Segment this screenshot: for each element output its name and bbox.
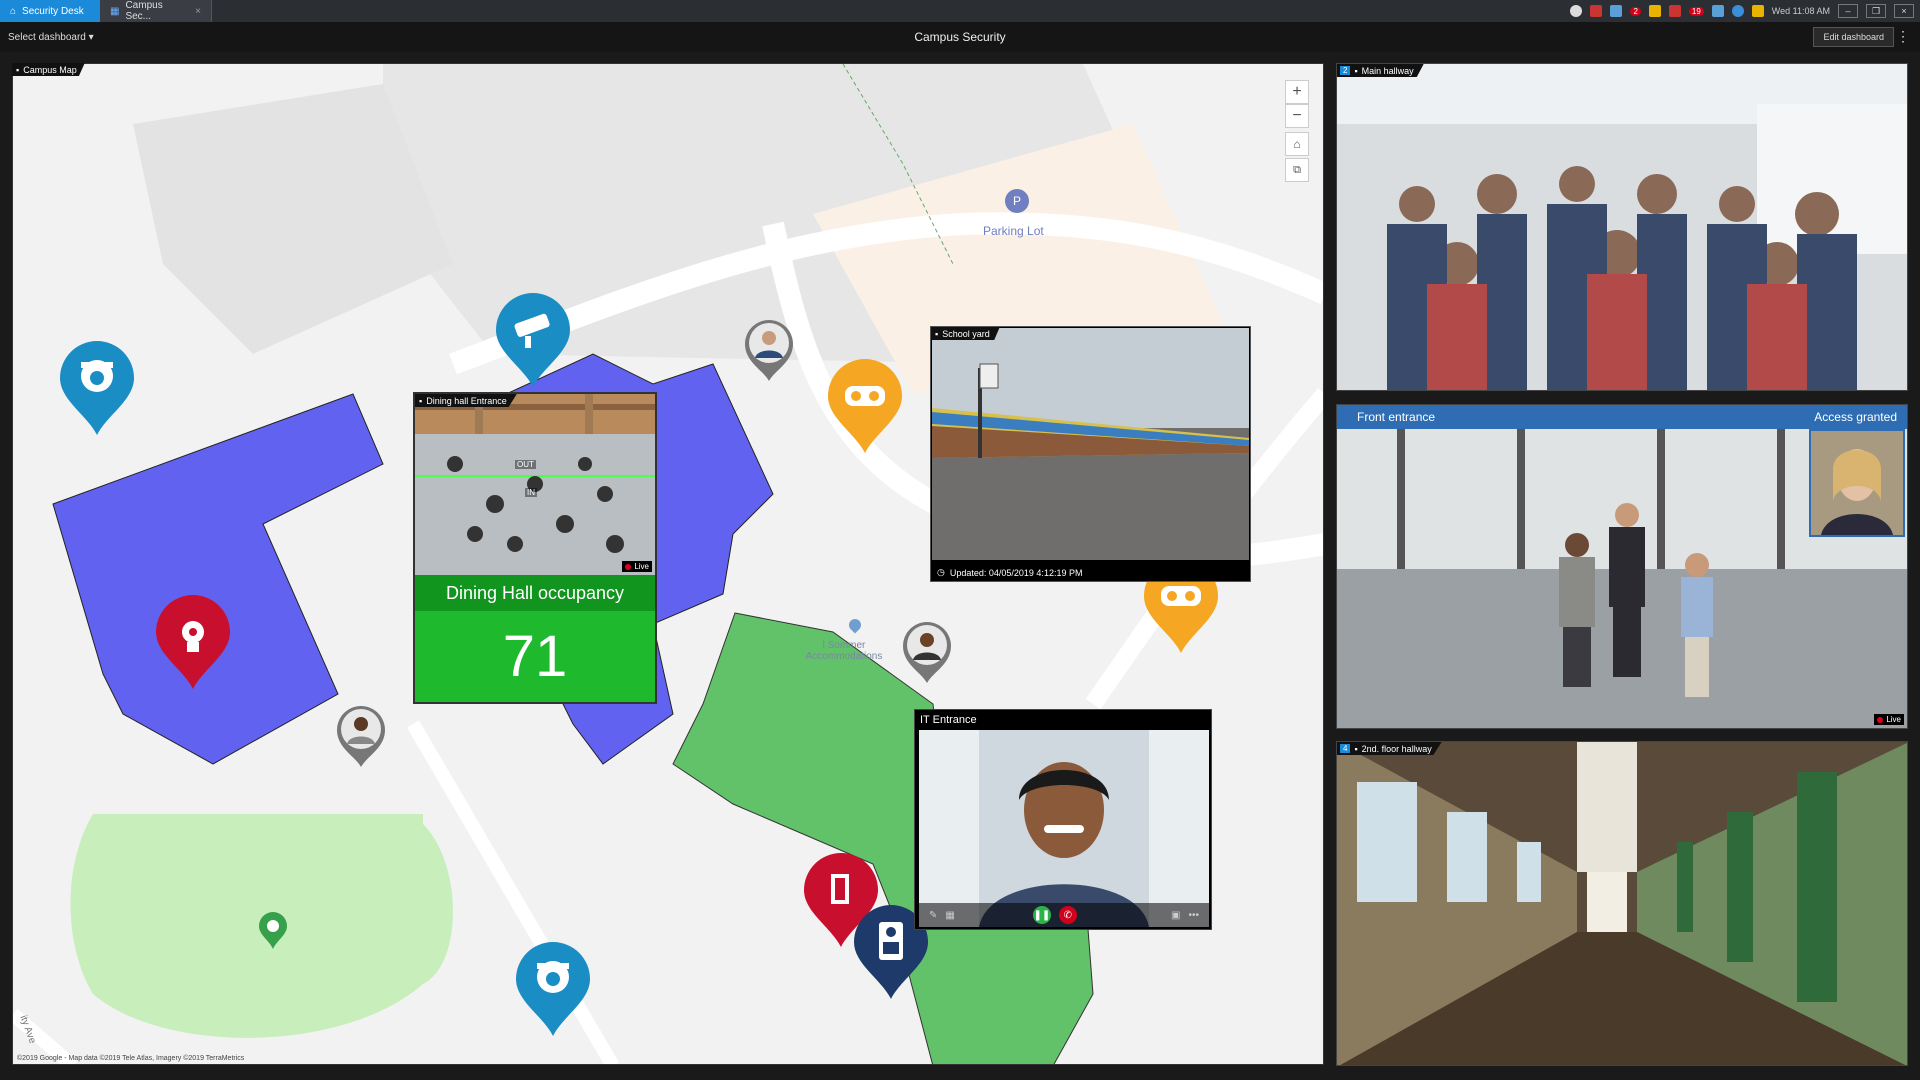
school-yard-snapshot[interactable] bbox=[932, 328, 1249, 560]
intercom-alarm-pin[interactable] bbox=[153, 594, 233, 694]
main-hallway-label: 2 ▪ Main hallway bbox=[1337, 64, 1424, 77]
grid-icon: ▦ bbox=[110, 5, 120, 17]
globe-icon[interactable] bbox=[1731, 5, 1744, 17]
notification-icon[interactable] bbox=[1668, 5, 1681, 17]
camera-icon: ▪ bbox=[419, 395, 423, 406]
map-attribution: ©2019 Google - Map data ©2019 Tele Atlas… bbox=[17, 1055, 245, 1062]
occupancy-title: Dining Hall occupancy bbox=[415, 575, 655, 611]
in-counter-label: IN bbox=[525, 488, 537, 497]
live-indicator: Live bbox=[1874, 714, 1904, 725]
guard-avatar-pin[interactable] bbox=[743, 318, 795, 382]
more-icon[interactable]: ••• bbox=[1188, 910, 1199, 921]
intercom-video[interactable]: ✎ ▦ ❚❚ ✆ ▣ ••• bbox=[919, 730, 1209, 927]
ptz-camera-pin[interactable] bbox=[493, 292, 573, 392]
dining-camera-label: ▪ Dining hall Entrance bbox=[415, 394, 517, 407]
main-hallway-camera[interactable]: 2 ▪ Main hallway bbox=[1336, 63, 1908, 391]
school-yard-label: ▪ School yard bbox=[931, 327, 1000, 340]
zoom-in-button[interactable]: + bbox=[1285, 80, 1309, 104]
school-yard-tile[interactable]: ▪ School yard ◷ Updated: 04/05/2019 4:12… bbox=[930, 326, 1251, 582]
parking-label: Parking Lot bbox=[983, 224, 1044, 238]
hang-up-button[interactable]: ✆ bbox=[1058, 906, 1077, 924]
volume-icon[interactable] bbox=[1711, 5, 1724, 17]
out-counter-label: OUT bbox=[515, 460, 536, 469]
it-entrance-title: IT Entrance bbox=[920, 714, 977, 726]
shield-icon[interactable] bbox=[1570, 5, 1583, 17]
page-title: Campus Security bbox=[914, 30, 1006, 44]
live-indicator: Live bbox=[622, 561, 652, 572]
alarm-badge[interactable]: 2 bbox=[1630, 6, 1641, 16]
close-button[interactable]: × bbox=[1894, 4, 1914, 18]
dining-hall-tile[interactable]: Live OUT IN ▪ Dining hall Entrance Dinin… bbox=[413, 392, 657, 704]
occupancy-count: 71 bbox=[415, 611, 655, 702]
second-floor-label: 4 ▪ 2nd. floor hallway bbox=[1337, 742, 1442, 755]
dashboard-header: Select dashboard ▾ Campus Security Edit … bbox=[0, 22, 1920, 52]
car-icon[interactable] bbox=[1590, 5, 1603, 17]
map-label: ▪ Campus Map bbox=[12, 63, 85, 76]
guard-avatar-pin-2[interactable] bbox=[901, 620, 953, 684]
second-floor-hallway-camera[interactable]: 4 ▪ 2nd. floor hallway bbox=[1336, 741, 1908, 1066]
access-event-bar: Front entrance Access granted bbox=[1337, 405, 1907, 429]
parking-pin[interactable]: P bbox=[1005, 189, 1029, 213]
clock-icon: ◷ bbox=[937, 567, 945, 577]
access-status: Access granted bbox=[1814, 410, 1897, 424]
system-tray: 2 19 Wed 11:08 AM – ❐ × bbox=[1570, 0, 1920, 22]
clock: Wed 11:08 AM bbox=[1771, 6, 1830, 16]
cardholder-photo[interactable] bbox=[1809, 429, 1905, 537]
snapshot-timestamp: ◷ Updated: 04/05/2019 4:12:19 PM bbox=[937, 567, 1083, 578]
dome-camera-pin[interactable] bbox=[57, 340, 137, 440]
dining-hall-video[interactable]: Live OUT IN bbox=[415, 394, 655, 575]
chevron-down-icon: ▾ bbox=[88, 31, 94, 43]
map-marker-icon[interactable] bbox=[258, 912, 288, 950]
tab-campus-security[interactable]: ▦ Campus Sec... × bbox=[100, 0, 212, 22]
lpr-camera-pin[interactable] bbox=[825, 358, 905, 458]
zoom-out-button[interactable]: − bbox=[1285, 104, 1309, 128]
layers-button[interactable]: ⧉ bbox=[1285, 158, 1309, 182]
home-view-button[interactable]: ⌂ bbox=[1285, 132, 1309, 156]
main-hallway-video bbox=[1337, 64, 1907, 390]
warning-icon[interactable] bbox=[1648, 5, 1661, 17]
campus-map[interactable]: + − ⌂ ⧉ P Parking Lot l Sommer Accommoda… bbox=[12, 63, 1324, 1065]
camera-icon: ▪ bbox=[1354, 65, 1358, 76]
camera-icon[interactable] bbox=[1610, 5, 1623, 17]
close-tab-icon[interactable]: × bbox=[195, 6, 201, 17]
front-entrance-label: Front entrance bbox=[1357, 410, 1436, 424]
notification-badge[interactable]: 19 bbox=[1688, 6, 1704, 16]
front-entrance-camera[interactable]: Front entrance Access granted Live bbox=[1336, 404, 1908, 729]
tools-icon[interactable]: ✎ bbox=[929, 910, 937, 921]
tab-bar: ⌂ Security Desk ▦ Campus Sec... × 2 19 W… bbox=[0, 0, 1920, 22]
maximize-button[interactable]: ❐ bbox=[1866, 4, 1886, 18]
home-icon: ⌂ bbox=[10, 5, 17, 17]
keypad-icon[interactable]: ▦ bbox=[945, 910, 954, 921]
snapshot-icon[interactable]: ▣ bbox=[1171, 910, 1180, 921]
dome-camera-pin-2[interactable] bbox=[513, 941, 593, 1041]
accommodation-label: l Sommer Accommodations bbox=[805, 640, 883, 662]
map-icon: ▪ bbox=[16, 64, 20, 75]
intercom-controls: ✎ ▦ ❚❚ ✆ ▣ ••• bbox=[919, 903, 1209, 927]
edit-dashboard-button[interactable]: Edit dashboard bbox=[1813, 27, 1894, 47]
camera-icon: ▪ bbox=[935, 328, 939, 339]
more-options-icon[interactable]: ⋮ bbox=[1896, 28, 1910, 45]
hold-call-button[interactable]: ❚❚ bbox=[1032, 906, 1051, 924]
alert-icon[interactable] bbox=[1751, 5, 1764, 17]
select-dashboard-dropdown[interactable]: Select dashboard ▾ bbox=[0, 32, 200, 43]
camera-icon: ▪ bbox=[1354, 743, 1358, 754]
second-floor-hallway-video bbox=[1337, 742, 1907, 1065]
guard-avatar-pin-3[interactable] bbox=[335, 704, 387, 768]
it-entrance-tile[interactable]: IT Entrance ✎ ▦ ❚❚ ✆ ▣ ••• bbox=[914, 709, 1212, 930]
minimize-button[interactable]: – bbox=[1838, 4, 1858, 18]
tab-security-desk[interactable]: ⌂ Security Desk bbox=[0, 0, 100, 22]
